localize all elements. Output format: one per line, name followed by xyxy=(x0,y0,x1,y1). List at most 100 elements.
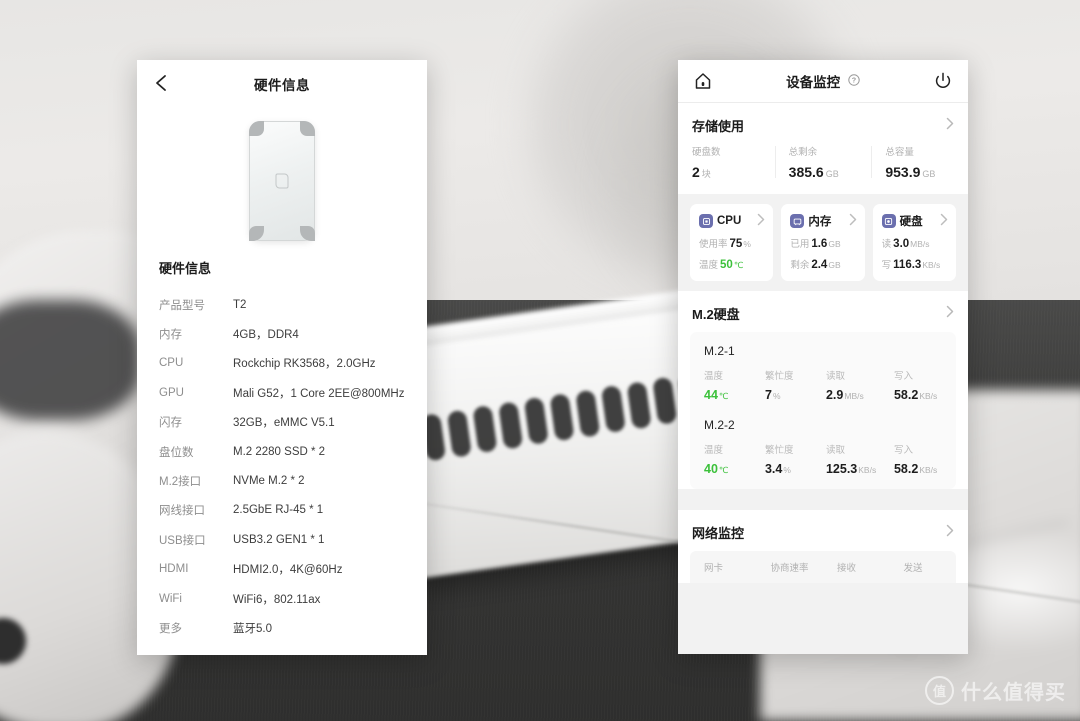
m2-stat-number: 58.2 xyxy=(893,388,919,402)
spec-row: HDMI HDMI2.0，4K@60Hz xyxy=(137,555,427,584)
m2-title: M.2硬盘 xyxy=(692,307,740,322)
mini-metric-value: 116.3 xyxy=(893,259,922,271)
mini-card-cpu[interactable]: CPU 使用率 75% 温度 50℃ xyxy=(690,204,774,281)
m2-stat-label: 写入 xyxy=(893,371,913,382)
resource-mini-cards: CPU 使用率 75% 温度 50℃ 内存 已用 1.6GB 剩余 2.4GB 硬盘读 3.0MB/s… xyxy=(678,194,968,291)
spec-value: 2.5GbE RJ-45 * 1 xyxy=(233,504,324,517)
m2-stat-cell: 繁忙度 3.4% xyxy=(751,442,812,476)
chevron-right-icon[interactable] xyxy=(849,213,857,229)
spec-key: 盘位数 xyxy=(159,446,194,459)
m2-stat-unit: ℃ xyxy=(718,391,729,401)
device-logo-icon xyxy=(275,173,289,189)
monitor-title-wrap: 设备监控 ? xyxy=(678,71,968,91)
storage-usage-card[interactable]: 存储使用 硬盘数 2 块总剩余 385.6 GB 总容量 953.9 GB xyxy=(678,103,968,194)
mini-metric-label: 使用率 xyxy=(699,239,728,250)
watermark: 值 什么值得买 xyxy=(925,676,1066,705)
mini-metric-value: 1.6 xyxy=(811,238,828,250)
m2-stat-unit: % xyxy=(783,465,791,475)
m2-stat-label: 繁忙度 xyxy=(764,445,794,456)
product-device-image xyxy=(249,121,315,241)
network-title: 网络监控 xyxy=(692,526,745,541)
spec-key: M.2接口 xyxy=(159,476,202,489)
mini-card-内存[interactable]: 内存 已用 1.6GB 剩余 2.4GB xyxy=(781,204,865,281)
m2-stat-value: 7% xyxy=(765,388,812,402)
network-column-header: 协商速率 xyxy=(770,563,809,574)
storage-stat-value: 2块 xyxy=(692,164,775,180)
watermark-text: 什么值得买 xyxy=(961,682,1066,704)
device-hero-image xyxy=(137,106,427,256)
mini-card-硬盘[interactable]: 硬盘读 3.0MB/s 写 116.3KB/s xyxy=(872,204,956,281)
monitor-header: 设备监控 ? xyxy=(678,60,968,103)
spec-key: CPU xyxy=(159,357,184,370)
m2-stat-cell: 写入 58.2KB/s xyxy=(880,368,948,402)
svg-text:?: ? xyxy=(852,76,856,85)
m2-stat-value: 58.2KB/s xyxy=(894,388,948,402)
spec-row: 闪存 32GB，eMMC V5.1 xyxy=(137,408,427,437)
m2-stat-unit: % xyxy=(772,391,781,401)
question-circle-icon[interactable]: ? xyxy=(848,74,860,89)
mini-metric-value: 75 xyxy=(729,238,743,250)
network-column-header: 接收 xyxy=(837,563,857,574)
storage-stat-unit: GB xyxy=(825,169,839,179)
m2-disk-stats-row: 温度 40℃ 繁忙度 3.4% 读取 125.3KB/s 写入 58.2KB/s xyxy=(690,442,956,476)
m2-disk-list: M.2-1 温度 44℃ 繁忙度 7% 读取 2.9MB/s 写入 58.2KB/s M.2-2 温… xyxy=(690,332,956,489)
spec-row: 盘位数 M.2 2280 SSD * 2 xyxy=(137,437,427,466)
chevron-right-icon[interactable] xyxy=(946,524,954,542)
chevron-right-icon[interactable] xyxy=(757,213,765,229)
spec-value: 4GB，DDR4 xyxy=(233,329,299,342)
mini-metric-label: 写 xyxy=(881,260,892,271)
spec-value: USB3.2 GEN1 * 1 xyxy=(233,533,325,546)
device-monitor-panel: 设备监控 ? 存储使用 硬盘数 2 块总剩余 385.6 GB 总容量 953.9 GB CP… xyxy=(678,60,968,654)
chevron-right-icon[interactable] xyxy=(946,117,954,135)
spec-value: Rockchip RK3568，2.0GHz xyxy=(233,358,376,371)
storage-title: 存储使用 xyxy=(692,119,745,134)
spec-key: 网线接口 xyxy=(159,505,205,518)
network-column-header: 发送 xyxy=(903,563,923,574)
mini-card-name: 硬盘 xyxy=(899,216,923,228)
chevron-right-icon[interactable] xyxy=(940,213,948,229)
storage-header[interactable]: 存储使用 xyxy=(678,103,968,144)
mini-card-name: CPU xyxy=(717,215,742,227)
m2-stat-value: 58.2KB/s xyxy=(894,462,948,476)
hardware-section-title: 硬件信息 xyxy=(159,261,212,276)
m2-disk-stats-row: 温度 44℃ 繁忙度 7% 读取 2.9MB/s 写入 58.2KB/s xyxy=(690,368,956,402)
m2-stat-unit: KB/s xyxy=(919,391,938,401)
spec-key: USB接口 xyxy=(159,534,206,547)
mini-card-header: CPU xyxy=(699,213,765,229)
mini-card-metric: 已用 1.6GB xyxy=(790,236,856,250)
mini-metric-unit: % xyxy=(743,239,751,249)
mini-card-header: 硬盘 xyxy=(881,213,948,229)
spec-value: Mali G52，1 Core 2EE@800MHz xyxy=(233,387,405,400)
storage-stat-number: 2 xyxy=(692,164,700,180)
mini-card-name: 内存 xyxy=(808,216,832,228)
mini-metric-label: 读 xyxy=(881,239,892,250)
spec-row: 更多 蓝牙5.0 xyxy=(137,613,427,642)
m2-header[interactable]: M.2硬盘 xyxy=(678,291,968,332)
m2-stat-number: 2.9 xyxy=(825,388,844,402)
memory-icon xyxy=(790,214,805,228)
mini-card-metric: 使用率 75% xyxy=(699,236,765,250)
storage-stat-value: 953.9 GB xyxy=(885,164,968,180)
network-header[interactable]: 网络监控 xyxy=(678,510,968,551)
storage-stats-row: 硬盘数 2 块总剩余 385.6 GB 总容量 953.9 GB xyxy=(678,144,968,194)
spec-row: WiFi WiFi6，802.11ax xyxy=(137,584,427,613)
mini-metric-value: 2.4 xyxy=(811,259,828,271)
m2-stat-unit: KB/s xyxy=(919,465,938,475)
spec-value: 蓝牙5.0 xyxy=(233,622,272,635)
power-icon[interactable] xyxy=(932,70,954,92)
chevron-right-icon[interactable] xyxy=(946,305,954,323)
m2-stat-cell: 读取 125.3KB/s xyxy=(812,442,880,476)
storage-stat-label: 总容量 xyxy=(885,147,914,158)
cpu-chip-icon xyxy=(699,214,713,228)
m2-disk-name: M.2-2 xyxy=(704,418,735,432)
m2-stat-cell: 读取 2.9MB/s xyxy=(812,368,880,402)
m2-stat-unit: ℃ xyxy=(718,465,729,475)
m2-stat-number: 125.3 xyxy=(825,462,858,476)
spec-value: T2 xyxy=(233,298,247,311)
m2-stat-number: 44 xyxy=(704,388,718,402)
m2-stat-unit: KB/s xyxy=(858,465,877,475)
spec-row: 内存 4GB，DDR4 xyxy=(137,319,427,348)
mini-card-header: 内存 xyxy=(790,213,856,229)
mini-metric-unit: ℃ xyxy=(733,260,744,270)
hardware-info-panel: 硬件信息 硬件信息 产品型号 T2 内存 4GB，DDR4 CPU Rockchip RK… xyxy=(137,60,427,655)
